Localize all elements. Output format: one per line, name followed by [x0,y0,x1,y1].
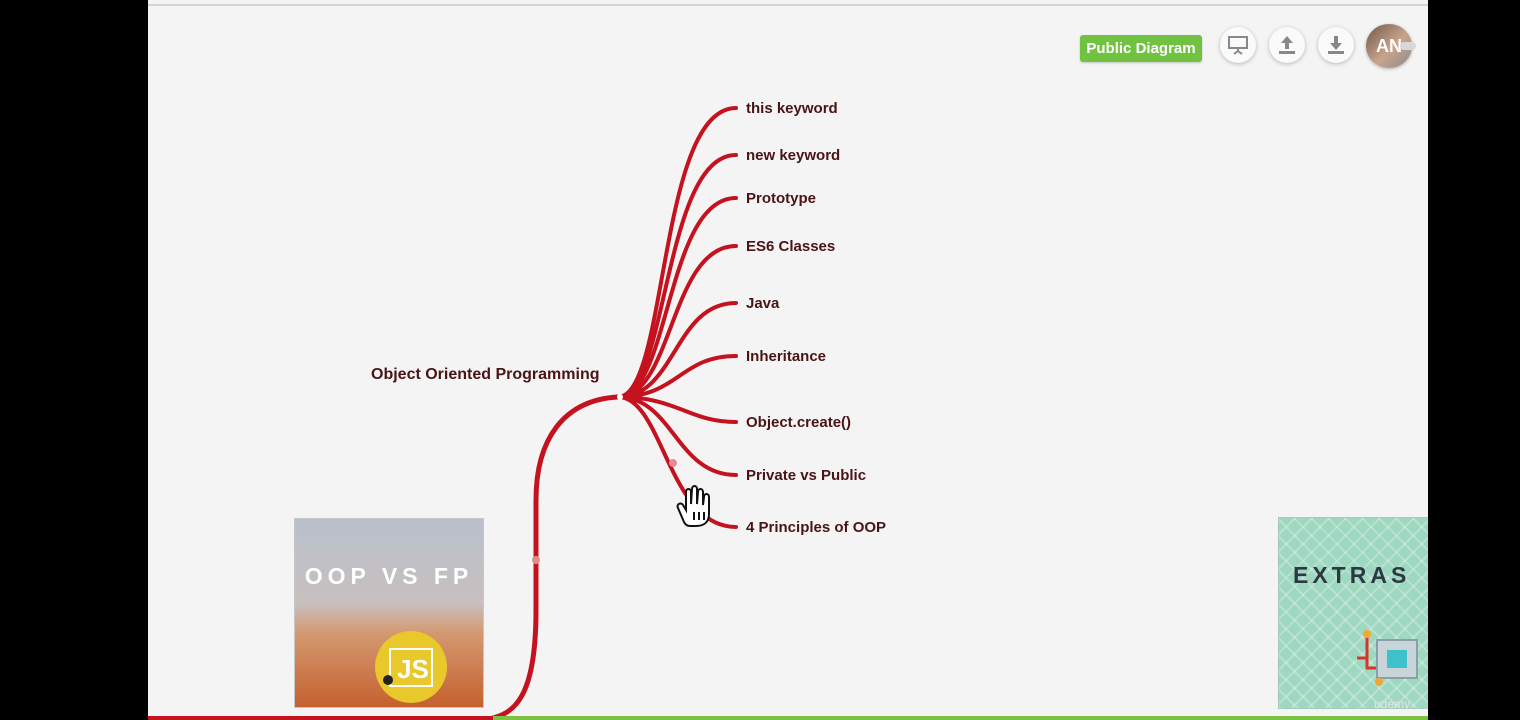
node-inheritance[interactable]: Inheritance [746,348,826,365]
avatar-menu-handle [1400,42,1416,50]
node-object-create[interactable]: Object.create() [746,414,851,431]
node-es6-classes[interactable]: ES6 Classes [746,238,835,255]
node-prototype[interactable]: Prototype [746,190,816,207]
present-icon [1228,36,1248,55]
thumbnail-extras[interactable]: EXTRAS [1278,517,1428,709]
present-button[interactable] [1220,27,1256,63]
download-icon [1328,36,1344,54]
js-logo-icon: JS [375,631,447,703]
trunk-branch [490,394,621,720]
share-upload-button[interactable] [1269,27,1305,63]
diagram-graphic-icon [1357,630,1418,686]
thumbnail-oop-vs-fp[interactable]: OOP VS FP JS [294,518,484,708]
node-new-keyword[interactable]: new keyword [746,147,840,164]
watermark-logo: udemy [1374,697,1411,711]
download-button[interactable] [1318,27,1354,63]
diagram-canvas[interactable]: Object Oriented Programming this keyword… [148,0,1428,720]
connector-dot [617,394,623,400]
node-java[interactable]: Java [746,295,779,312]
node-4-principles[interactable]: 4 Principles of OOP [746,519,886,536]
node-private-vs-public[interactable]: Private vs Public [746,467,866,484]
public-diagram-badge[interactable]: Public Diagram [1080,35,1202,62]
connector-dot [532,556,540,564]
bottom-bar-green [493,716,1428,720]
avatar-initials: AN [1376,35,1402,56]
bottom-bar-red [148,716,493,720]
js-logo-text: JS [389,647,433,687]
thumbnail-dot [383,675,393,685]
root-node-oop[interactable]: Object Oriented Programming [371,366,599,384]
branch-prototype [616,196,738,399]
user-avatar[interactable]: AN [1366,24,1416,68]
node-this-keyword[interactable]: this keyword [746,100,838,117]
connector-dot [669,459,677,467]
thumbnail-oop-vs-fp-title: OOP VS FP [304,563,474,589]
share-upload-icon [1279,36,1295,54]
